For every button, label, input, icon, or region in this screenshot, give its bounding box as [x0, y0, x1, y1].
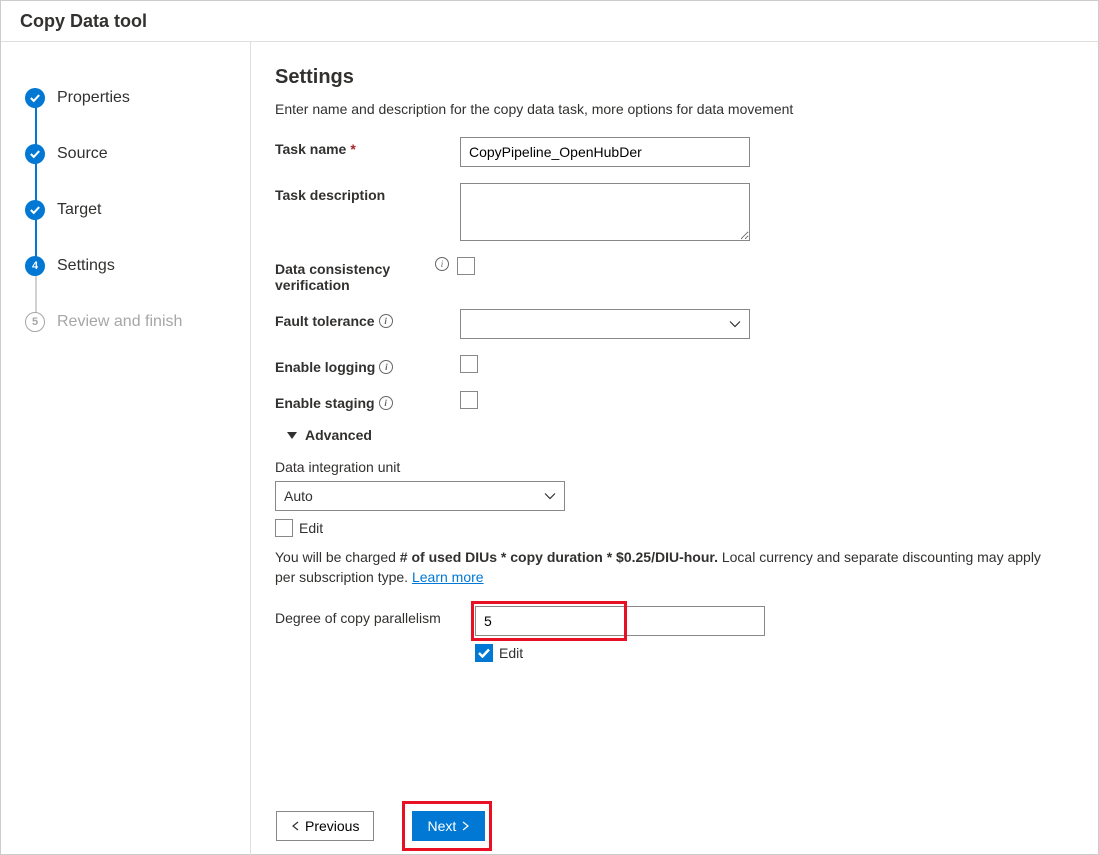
task-name-input[interactable]	[460, 137, 750, 167]
task-description-label: Task description	[275, 183, 460, 203]
sidebar: Properties Source Target 4	[1, 42, 251, 855]
step-label: Properties	[57, 89, 130, 107]
info-icon[interactable]: i	[379, 314, 393, 328]
content: Settings Enter name and description for …	[251, 42, 1098, 855]
diu-edit-checkbox[interactable]	[275, 519, 293, 537]
step-label: Settings	[57, 257, 115, 275]
footer: Previous Next	[276, 798, 1098, 854]
parallelism-edit-label: Edit	[499, 645, 523, 661]
advanced-toggle[interactable]: Advanced	[287, 427, 1074, 443]
check-icon	[25, 144, 45, 164]
enable-logging-label: Enable logging i	[275, 355, 460, 375]
page-title: Settings	[275, 66, 1074, 89]
chevron-right-icon	[460, 821, 470, 831]
step-label: Target	[57, 201, 101, 219]
body: Properties Source Target 4	[1, 42, 1098, 855]
page-description: Enter name and description for the copy …	[275, 101, 1074, 117]
step-number-icon: 5	[25, 312, 45, 332]
task-name-label: Task name *	[275, 137, 460, 157]
parallelism-edit-row: Edit	[475, 644, 765, 662]
charge-note: You will be charged # of used DIUs * cop…	[275, 547, 1055, 588]
data-consistency-label: Data consistency verification	[275, 257, 435, 293]
parallelism-input[interactable]	[475, 606, 765, 636]
previous-button[interactable]: Previous	[276, 811, 374, 841]
diu-label: Data integration unit	[275, 459, 1074, 475]
enable-logging-row: Enable logging i	[275, 355, 1074, 375]
chevron-down-icon	[544, 490, 556, 502]
step-number-icon: 4	[25, 256, 45, 276]
header: Copy Data tool	[1, 1, 1098, 42]
data-consistency-row: Data consistency verification i	[275, 257, 1074, 293]
check-icon	[25, 88, 45, 108]
fault-tolerance-row: Fault tolerance i	[275, 309, 1074, 339]
info-icon[interactable]: i	[379, 396, 393, 410]
chevron-down-icon	[729, 318, 741, 330]
step-source[interactable]: Source	[1, 126, 250, 182]
step-settings[interactable]: 4 Settings	[1, 238, 250, 294]
step-properties[interactable]: Properties	[1, 70, 250, 126]
parallelism-label: Degree of copy parallelism	[275, 606, 475, 626]
header-title: Copy Data tool	[20, 11, 147, 32]
task-name-row: Task name *	[275, 137, 1074, 167]
diu-edit-label: Edit	[299, 520, 323, 536]
enable-staging-checkbox[interactable]	[460, 391, 478, 409]
check-icon	[25, 200, 45, 220]
enable-staging-row: Enable staging i	[275, 391, 1074, 411]
required-asterisk: *	[350, 141, 355, 157]
data-consistency-checkbox[interactable]	[457, 257, 475, 275]
enable-staging-label: Enable staging i	[275, 391, 460, 411]
step-target[interactable]: Target	[1, 182, 250, 238]
fault-tolerance-label: Fault tolerance i	[275, 309, 460, 329]
diu-edit-row: Edit	[275, 519, 1074, 537]
step-review[interactable]: 5 Review and finish	[1, 294, 250, 350]
task-description-input[interactable]	[460, 183, 750, 241]
step-label: Review and finish	[57, 313, 182, 331]
learn-more-link[interactable]: Learn more	[412, 569, 484, 585]
triangle-down-icon	[287, 432, 297, 439]
fault-tolerance-select[interactable]	[460, 309, 750, 339]
info-icon[interactable]: i	[435, 257, 449, 271]
info-icon[interactable]: i	[379, 360, 393, 374]
next-button[interactable]: Next	[412, 811, 485, 841]
step-label: Source	[57, 145, 108, 163]
task-description-row: Task description	[275, 183, 1074, 241]
diu-select[interactable]: Auto	[275, 481, 565, 511]
parallelism-edit-checkbox[interactable]	[475, 644, 493, 662]
app-window: Copy Data tool Properties Source	[0, 0, 1099, 855]
parallelism-row: Degree of copy parallelism Edit	[275, 606, 1074, 672]
chevron-left-icon	[291, 821, 301, 831]
enable-logging-checkbox[interactable]	[460, 355, 478, 373]
